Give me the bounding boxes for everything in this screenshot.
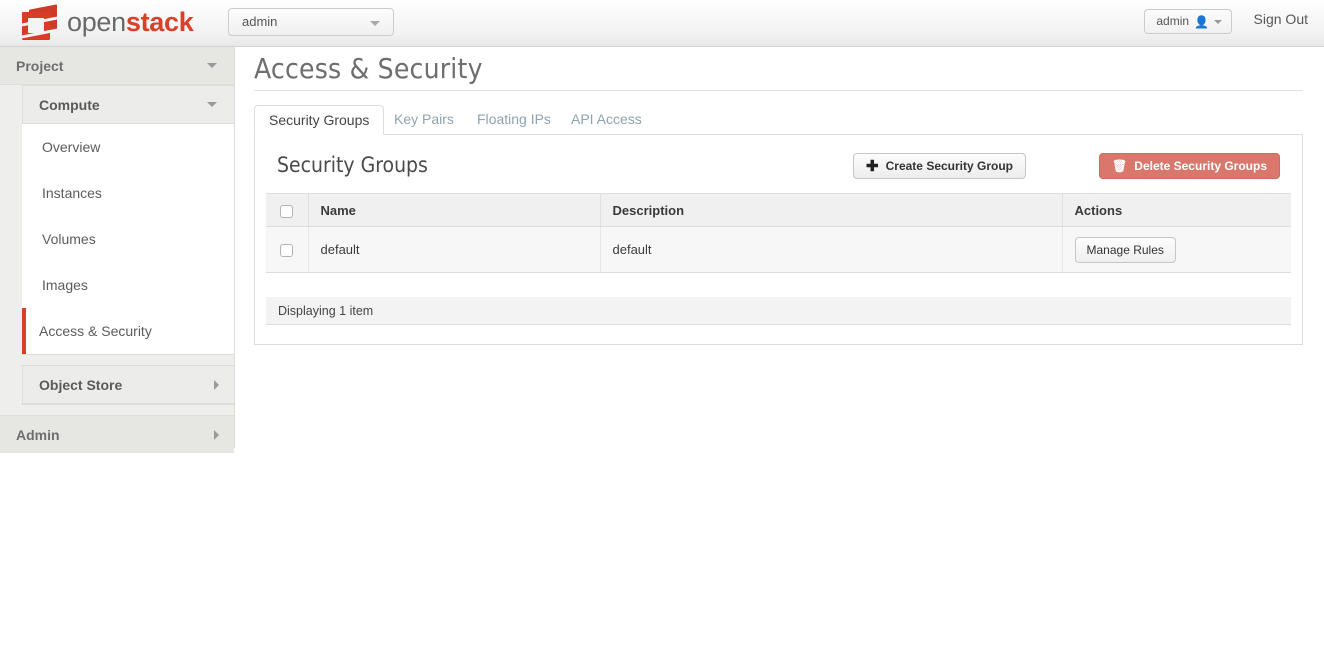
table-header: Name Description Actions bbox=[266, 193, 1291, 227]
openstack-logo[interactable]: openstack bbox=[21, 4, 194, 42]
sidebar-item-volumes[interactable]: Volumes bbox=[22, 216, 234, 262]
user-icon: 👤 bbox=[1194, 14, 1209, 29]
select-all-header-cell bbox=[266, 193, 309, 227]
sidebar-section-compute-label: Compute bbox=[39, 96, 100, 113]
tab-key-pairs[interactable]: Key Pairs bbox=[380, 105, 468, 135]
sidebar-panel-compute: Compute Overview Instances Volumes Image… bbox=[22, 85, 234, 355]
sidebar-group-admin-label: Admin bbox=[16, 426, 60, 443]
table-body: default default Manage Rules bbox=[266, 226, 1291, 273]
sign-out-link[interactable]: Sign Out bbox=[1254, 11, 1308, 27]
sidebar-section-compute[interactable]: Compute bbox=[23, 86, 234, 124]
select-all-checkbox[interactable] bbox=[280, 204, 293, 218]
column-header-name[interactable]: Name bbox=[308, 193, 601, 227]
cell-actions: Manage Rules bbox=[1062, 226, 1291, 273]
sidebar-section-object-store-label: Object Store bbox=[39, 376, 123, 393]
sidebar-navigation: Project Compute Overview Instances Volum… bbox=[0, 47, 235, 453]
logo-wordmark: openstack bbox=[67, 7, 194, 39]
title-divider bbox=[254, 90, 1303, 91]
table-footer-count: Displaying 1 item bbox=[266, 297, 1291, 325]
sidebar-item-label: Overview bbox=[42, 139, 101, 155]
sidebar-item-overview[interactable]: Overview bbox=[22, 124, 234, 170]
manage-rules-button[interactable]: Manage Rules bbox=[1074, 236, 1176, 263]
security-groups-table: Name Description Actions default default… bbox=[266, 193, 1291, 273]
tab-api-access[interactable]: API Access bbox=[557, 105, 656, 135]
openstack-cube-icon bbox=[21, 4, 58, 41]
plus-icon: ✚ bbox=[866, 157, 879, 175]
chevron-right-icon bbox=[214, 430, 219, 440]
sidebar-panel-object-store: Object Store bbox=[22, 365, 234, 405]
create-security-group-button[interactable]: ✚ Create Security Group bbox=[853, 153, 1026, 179]
tab-label: Floating IPs bbox=[477, 111, 551, 127]
chevron-down-icon bbox=[207, 102, 217, 107]
user-menu-button[interactable]: admin 👤 bbox=[1144, 9, 1232, 34]
sidebar-group-project[interactable]: Project bbox=[0, 47, 234, 85]
page-title: Access & Security bbox=[254, 52, 483, 85]
cell-description: default bbox=[600, 226, 1063, 273]
logo-text-stack: stack bbox=[125, 7, 194, 37]
table-row: default default Manage Rules bbox=[266, 226, 1291, 273]
tab-security-groups[interactable]: Security Groups bbox=[254, 105, 385, 135]
column-header-description[interactable]: Description bbox=[600, 193, 1063, 227]
chevron-down-icon bbox=[207, 63, 217, 68]
tab-label: Key Pairs bbox=[394, 111, 454, 127]
tab-label: API Access bbox=[571, 111, 642, 127]
top-header-bar: openstack admin admin 👤 Sign Out bbox=[0, 0, 1324, 47]
project-selector-dropdown[interactable]: admin bbox=[228, 8, 394, 36]
sidebar-item-label: Images bbox=[42, 277, 88, 293]
chevron-down-icon bbox=[370, 21, 380, 26]
logo-text-open: open bbox=[67, 7, 126, 37]
panel-heading: Security Groups bbox=[277, 153, 428, 177]
sidebar-spacer bbox=[0, 355, 234, 365]
sidebar-section-object-store[interactable]: Object Store bbox=[23, 366, 234, 404]
sidebar-item-instances[interactable]: Instances bbox=[22, 170, 234, 216]
sidebar-item-images[interactable]: Images bbox=[22, 262, 234, 308]
sidebar-group-project-label: Project bbox=[16, 57, 64, 74]
project-selector-value: admin bbox=[242, 14, 278, 29]
row-select-cell bbox=[266, 226, 309, 273]
main-content-area: Access & Security Security Groups Key Pa… bbox=[235, 47, 1324, 664]
tab-bar: Security Groups Key Pairs Floating IPs A… bbox=[254, 105, 1303, 135]
sidebar-item-access-and-security[interactable]: Access & Security bbox=[22, 308, 234, 354]
create-security-group-label: Create Security Group bbox=[885, 159, 1013, 173]
delete-security-groups-button[interactable]: 🗑 Delete Security Groups bbox=[1099, 153, 1280, 179]
sidebar-item-label: Access & Security bbox=[39, 323, 152, 339]
user-menu-label: admin bbox=[1156, 14, 1190, 28]
chevron-right-icon bbox=[214, 380, 219, 390]
table-header-row: Name Description Actions bbox=[266, 193, 1291, 227]
row-checkbox[interactable] bbox=[280, 244, 293, 258]
sidebar-group-admin[interactable]: Admin bbox=[0, 415, 234, 453]
delete-security-groups-label: Delete Security Groups bbox=[1134, 159, 1267, 173]
cell-name: default bbox=[308, 226, 601, 273]
sidebar-spacer bbox=[0, 405, 234, 415]
security-groups-panel: Security Groups ✚ Create Security Group … bbox=[254, 135, 1303, 345]
sidebar-item-label: Volumes bbox=[42, 231, 96, 247]
column-header-actions: Actions bbox=[1062, 193, 1291, 227]
chevron-down-icon bbox=[1214, 19, 1222, 24]
tab-floating-ips[interactable]: Floating IPs bbox=[463, 105, 565, 135]
trash-icon: 🗑 bbox=[1112, 159, 1128, 173]
sidebar-item-label: Instances bbox=[42, 185, 102, 201]
tab-label: Security Groups bbox=[269, 112, 370, 128]
